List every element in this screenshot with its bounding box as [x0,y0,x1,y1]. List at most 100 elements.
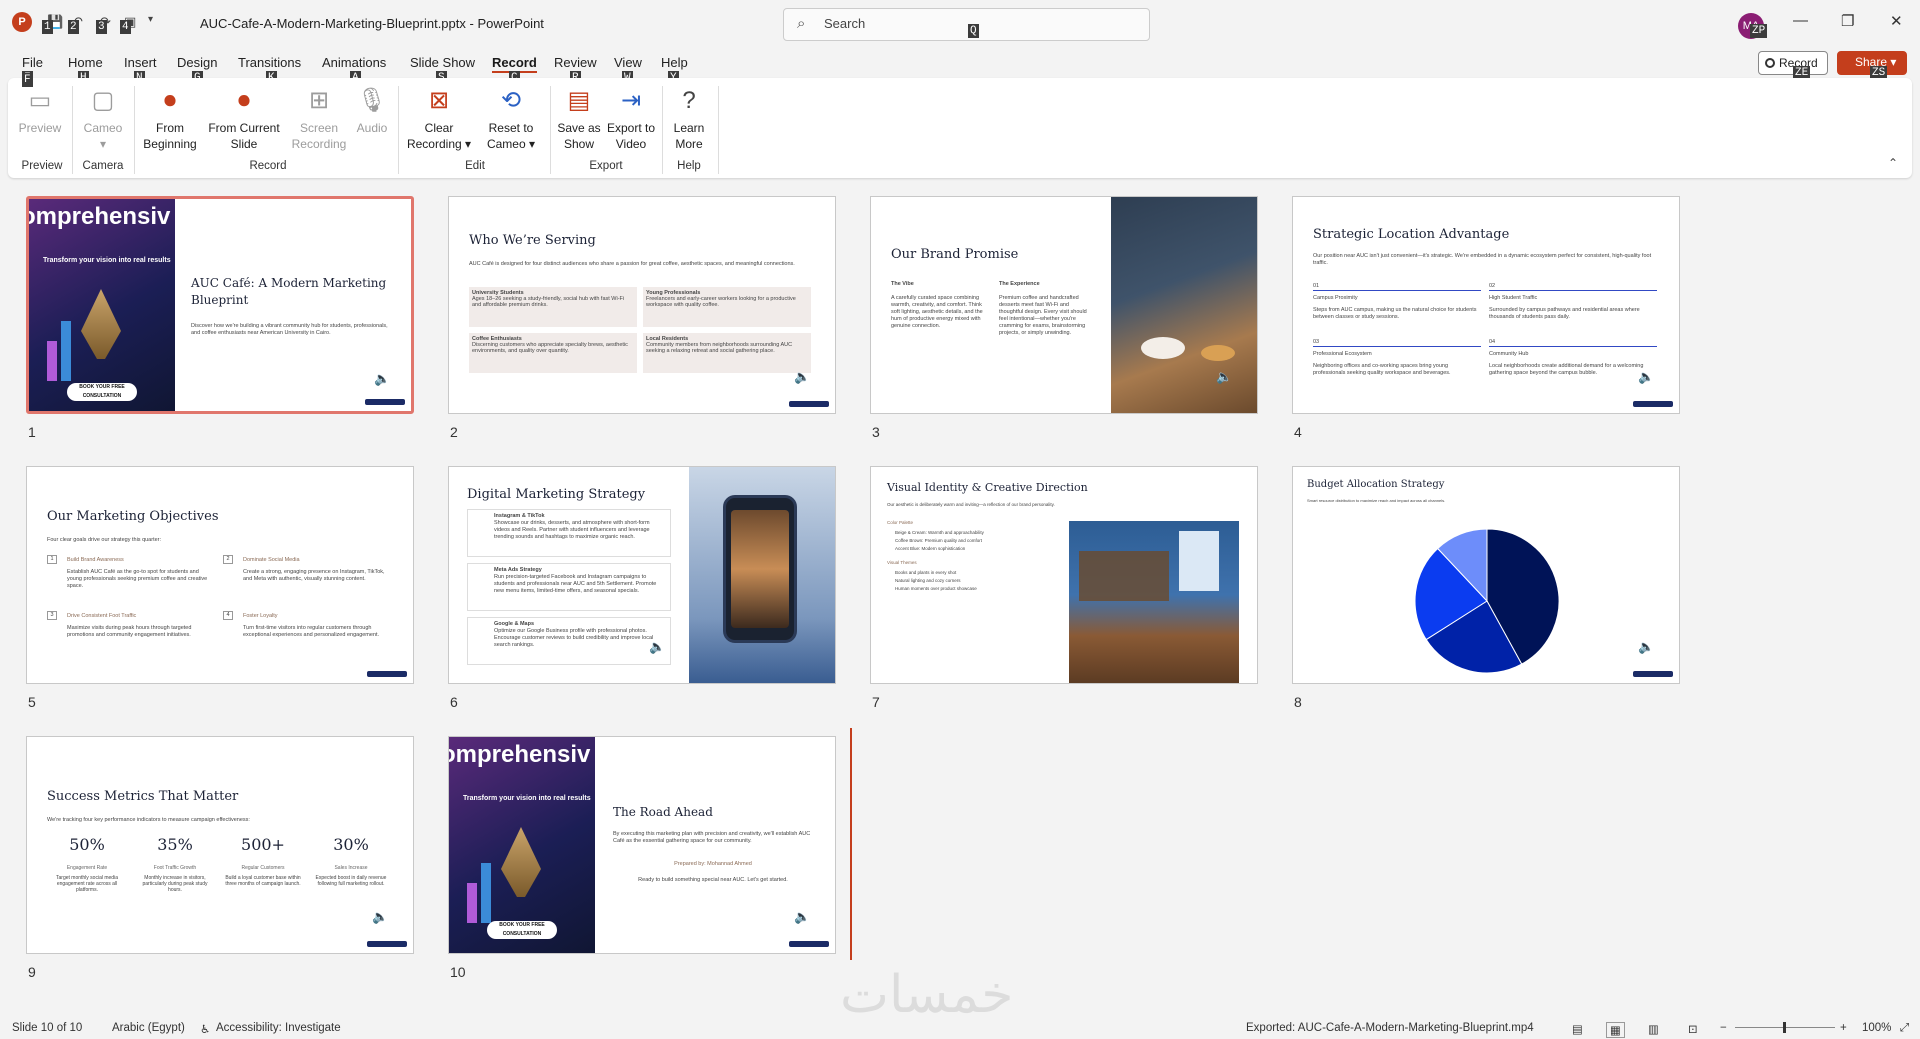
restore-icon[interactable]: ❐ [1841,12,1854,30]
objective-number: 4 [223,611,233,620]
title-separator: - [465,16,478,31]
metric-label: Engagement Rate [66,865,108,871]
metric-text: Build a loyal customer base within three… [225,875,301,887]
search-icon: ⌕ [797,15,806,32]
save-as-show-button[interactable]: ▤ Save as Show [554,84,604,152]
ribbon: ▭ Preview Preview ▢ Cameo ▾ Camera ⏺ From Be… [8,78,1912,178]
objective-heading: Build Brand Awareness [67,557,124,563]
phone-photo [689,467,835,683]
insertion-marker [850,728,852,960]
tab-insert[interactable]: Insert [124,55,157,70]
tab-slide-show[interactable]: Slide Show [410,55,475,70]
made-with-badge [367,941,407,947]
card-text: Freelancers and early-career workers loo… [646,296,796,308]
slide-thumbnail-5[interactable]: Our Marketing Objectives Four clear goal… [26,466,414,684]
group-help: Help [677,160,701,172]
learn-more-button[interactable]: ? Learn More [664,84,714,152]
pen-graphic [501,827,541,897]
tab-animations[interactable]: Animations [322,55,386,70]
tab-file[interactable]: File [22,55,43,70]
tab-design[interactable]: Design [177,55,217,70]
slide-number: 9 [28,964,36,980]
slide-thumbnail-10[interactable]: omprehensiv Marketing Pla Transform your… [448,736,836,954]
zoom-level[interactable]: 100% [1862,1022,1891,1034]
pen-graphic [81,289,121,359]
tab-transitions[interactable]: Transitions [238,55,301,70]
reset-cameo-icon: ⟲ [500,87,522,114]
reading-view-icon[interactable]: ▥ [1648,1022,1659,1036]
close-icon[interactable]: ✕ [1890,12,1903,30]
audio-icon: 🔈 [374,371,391,386]
cover-bar-graphic [481,863,491,923]
from-beginning-label: From Beginning [143,121,197,151]
app-name: PowerPoint [477,16,544,31]
zoom-out-icon[interactable]: − [1720,1022,1727,1034]
made-with-badge [789,941,829,947]
metric-label: Regular Customers [241,865,285,871]
palette-item: Beige & Cream: Warmth and approachabilit… [895,530,984,535]
shelf-graphic [1079,551,1169,601]
language-indicator[interactable]: Arabic (Egypt) [112,1022,185,1034]
slide-thumbnail-3[interactable]: Our Brand Promise The Vibe A carefully c… [870,196,1258,414]
tab-review[interactable]: Review [554,55,597,70]
save-as-show-icon: ▤ [567,87,591,114]
slide-thumbnail-4[interactable]: Strategic Location Advantage Our positio… [1292,196,1680,414]
export-to-video-label: Export to Video [606,121,656,151]
objective-number: 1 [47,555,57,564]
slide-body: Discover how we're building a vibrant co… [191,323,388,336]
tab-home[interactable]: Home [68,55,103,70]
slide-number: 4 [1294,424,1302,440]
document-title: AUC-Cafe-A-Modern-Marketing-Blueprint.pp… [200,16,544,31]
col-heading: The Vibe [891,281,914,287]
metric-value: 50% [69,835,105,854]
phone-screen [731,510,789,628]
slide-thumbnail-8[interactable]: Budget Allocation Strategy Smart resourc… [1292,466,1680,684]
metric-value: 500+ [241,835,285,854]
chevron-down-icon: ▾ [99,137,107,151]
item-heading: High Student Traffic [1489,295,1538,301]
tab-help[interactable]: Help [661,55,688,70]
slide-intro: Our aesthetic is deliberately warm and i… [887,502,1055,507]
notes-icon[interactable]: ▤ [1572,1022,1583,1036]
clear-recording-button[interactable]: ⊠ Clear Recording ▾ [404,84,474,152]
slide-counter[interactable]: Slide 10 of 10 [12,1022,82,1034]
group-record: Record [249,160,287,172]
objective-text: Establish AUC Café as the go-to spot for… [67,569,208,589]
prepared-by: Prepared by: Mohannad Ahmed [674,861,752,867]
col-heading: The Experience [999,281,1040,287]
strategy-card: Google & Maps Optimize our Google Busines… [467,617,671,665]
ribbon-separator [718,86,719,174]
slide-thumbnail-1[interactable]: omprehensiv Marketing Pla Transform your… [26,196,414,414]
zoom-slider-thumb[interactable] [1783,1022,1786,1033]
tab-view[interactable]: View [614,55,642,70]
collapse-ribbon-icon[interactable]: ⌃ [1888,156,1898,170]
from-current-label: From Current Slide [208,121,280,151]
slide-thumbnail-7[interactable]: Visual Identity & Creative Direction Our… [870,466,1258,684]
objective-text: Turn first-time visitors into regular cu… [243,625,380,638]
from-current-slide-button[interactable]: ⏺ From Current Slide [204,84,284,152]
coffee-photo [1111,197,1257,413]
objective-heading: Drive Consistent Foot Traffic [67,613,137,619]
item-text: Neighboring offices and co-working space… [1313,363,1451,376]
record-from-beginning-icon: ⏺ [164,87,176,114]
slide-thumbnail-2[interactable]: Who We’re Serving AUC Café is designed f… [448,196,836,414]
minimize-icon[interactable]: — [1793,12,1808,29]
accessibility-icon: ♿ [200,1024,211,1036]
slide-number: 2 [450,424,458,440]
slide-number: 8 [1294,694,1302,710]
search-box[interactable]: ⌕ Search [783,8,1150,41]
export-to-video-button[interactable]: ⇥ Export to Video [604,84,658,152]
keytip-search: Q [968,24,979,38]
accessibility-status[interactable]: Accessibility: Investigate [216,1022,341,1034]
reset-to-cameo-button[interactable]: ⟲ Reset to Cameo ▾ [476,84,546,152]
fit-to-window-icon[interactable]: ⤢ [1900,1022,1909,1035]
slide-sorter-icon[interactable]: ▦ [1606,1022,1625,1038]
customize-qat-icon[interactable]: ▾ [148,14,153,25]
from-beginning-button[interactable]: ⏺ From Beginning [142,84,198,152]
croissant-graphic [1201,345,1235,361]
slide-show-icon[interactable]: ⊡ [1688,1022,1698,1036]
slide-thumbnail-6[interactable]: Digital Marketing Strategy Instagram & T… [448,466,836,684]
slide-thumbnail-9[interactable]: Success Metrics That Matter We're tracki… [26,736,414,954]
zoom-in-icon[interactable]: + [1840,1022,1847,1034]
budget-pie-chart [1414,528,1560,674]
